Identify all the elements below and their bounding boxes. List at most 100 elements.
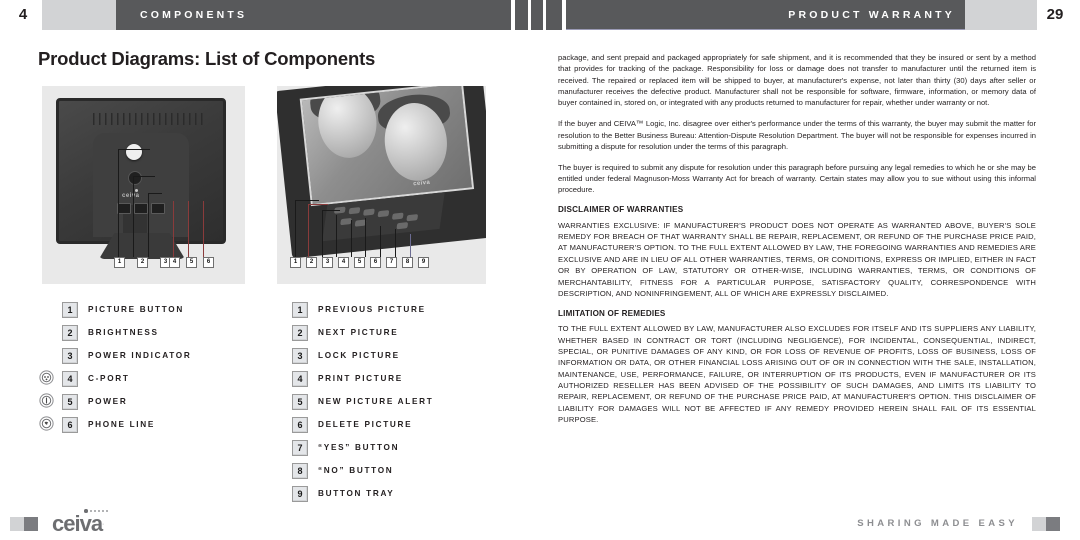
legend-label: PICTURE BUTTON: [88, 305, 184, 314]
frame-screen: [299, 86, 475, 207]
leader-elbow-2: [308, 204, 328, 205]
product-diagram-rear-photo: ceiva 1 2 3 4 5 6: [42, 86, 245, 284]
section-heading-disclaimer: DISCLAIMER OF WARRANTIES: [558, 205, 684, 215]
legend-number: 6: [292, 416, 308, 433]
legend-label: “YES” BUTTON: [318, 443, 400, 452]
legend-list-front: 1 PREVIOUS PICTURE 2 NEXT PICTURE 3 LOCK…: [292, 298, 433, 505]
legend-number: 2: [62, 324, 78, 341]
warranty-text-column: package, and sent prepaid and packaged a…: [558, 52, 1036, 435]
callout-group-front: 1 2 3 4 5 6 7 8 9: [290, 257, 429, 268]
legend-list-rear: 1 PICTURE BUTTON 2 BRIGHTNESS 3 POWER IN…: [39, 298, 191, 436]
callout-box: 6: [203, 257, 214, 268]
logo-wordmark: ceiva: [52, 511, 103, 536]
leader-line-5: [188, 201, 189, 257]
header-title-left: COMPONENTS: [140, 9, 248, 21]
callout-group-rear: 1 2 3: [114, 257, 171, 268]
tray-button: [406, 214, 419, 222]
leader-line-3: [322, 210, 323, 257]
leader-elbow-2: [133, 176, 155, 177]
leader-elbow-3: [322, 210, 340, 211]
legend-item: 4 PRINT PICTURE: [292, 367, 433, 390]
leader-line-8: [395, 229, 396, 257]
page-footer: ceiva. SHARING MADE EASY: [0, 505, 1080, 540]
header-accent-box-left: [42, 0, 116, 30]
header-bar-segment-2: [531, 0, 543, 30]
brightness-knob: [128, 171, 142, 185]
callout-box: 1: [114, 257, 125, 268]
vent-slots: [93, 113, 203, 125]
header-bar-segment-3: [546, 0, 562, 30]
legend-label: DELETE PICTURE: [318, 420, 413, 429]
power-indicator-led: [135, 189, 138, 192]
legend-item: 8 “NO” BUTTON: [292, 459, 433, 482]
legend-item: 3 POWER INDICATOR: [62, 344, 191, 367]
product-diagram-front-photo: ceiva 1 2 3 4 5 6 7 8 9: [277, 86, 486, 284]
page-header: 4 COMPONENTS PRODUCT WARRANTY 29: [0, 0, 1080, 30]
callout-box: 2: [137, 257, 148, 268]
legend-label: NEXT PICTURE: [318, 328, 399, 337]
legend-item: 1 PREVIOUS PICTURE: [292, 298, 433, 321]
legend-number: 5: [62, 393, 78, 410]
callout-box: 4: [338, 257, 349, 268]
legend-label: POWER: [88, 397, 128, 406]
frame-rear-body: ceiva: [56, 98, 226, 259]
page-title: Product Diagrams: List of Components: [38, 48, 376, 69]
header-page-number-right: 29: [1046, 6, 1064, 23]
ceiva-logo: ceiva.: [52, 509, 108, 536]
callout-box: 9: [418, 257, 429, 268]
leader-line-2: [133, 176, 134, 257]
logo-dots-icon: [84, 509, 108, 513]
warranty-paragraph-1: package, and sent prepaid and packaged a…: [558, 53, 1036, 108]
rear-port-row: [117, 203, 167, 214]
legend-number: 1: [292, 301, 308, 318]
tray-button: [377, 210, 390, 218]
legend-label: “NO” BUTTON: [318, 466, 394, 475]
legend-number: 1: [62, 301, 78, 318]
footer-square-light-right: [1032, 517, 1046, 531]
leader-elbow-3: [148, 193, 162, 194]
c-port-jack-icon: [39, 370, 54, 385]
footer-square-light-left: [10, 517, 24, 531]
leader-line-4: [336, 215, 337, 257]
rear-brand-mark: ceiva: [122, 193, 140, 199]
power-jack-icon: [39, 393, 54, 408]
footer-tagline: SHARING MADE EASY: [857, 518, 1018, 529]
leader-line-9: [410, 234, 411, 257]
legend-number: 6: [62, 416, 78, 433]
legend-number: 3: [62, 347, 78, 364]
warranty-paragraph-2: If the buyer and CEIVA™ Logic, Inc. disa…: [558, 119, 1036, 151]
header-accent-box-right: [965, 0, 1037, 30]
legend-number: 5: [292, 393, 308, 410]
leader-line-1: [295, 200, 296, 257]
header-page-number-left: 4: [18, 6, 28, 23]
legend-item: 2 NEXT PICTURE: [292, 321, 433, 344]
leader-line-3: [148, 193, 149, 257]
leader-line-4: [173, 201, 174, 257]
leader-line-7: [380, 226, 381, 257]
legend-item: 2 BRIGHTNESS: [62, 321, 191, 344]
legend-number: 9: [292, 485, 308, 502]
callout-box: 1: [290, 257, 301, 268]
footer-square-dark-left: [24, 517, 38, 531]
header-bar-segment-1: [515, 0, 528, 30]
callout-box: 5: [354, 257, 365, 268]
tray-button: [348, 207, 361, 215]
tray-button: [396, 222, 409, 230]
tray-button: [363, 208, 375, 216]
legend-number: 8: [292, 462, 308, 479]
callout-box: 5: [186, 257, 197, 268]
section-heading-limitation: LIMITATION OF REMEDIES: [558, 308, 666, 318]
legend-number: 4: [292, 370, 308, 387]
legend-number: 3: [292, 347, 308, 364]
legend-item: 6 PHONE LINE: [39, 413, 191, 436]
phone-jack-icon: [39, 416, 54, 431]
callout-box: 7: [386, 257, 397, 268]
callout-box: 4: [169, 257, 180, 268]
legend-item: 5 POWER: [39, 390, 191, 413]
legend-number: 7: [292, 439, 308, 456]
legend-item: 3 LOCK PICTURE: [292, 344, 433, 367]
warranty-paragraph-5: TO THE FULL EXTENT ALLOWED BY LAW, MANUF…: [558, 324, 1036, 424]
footer-square-dark-right: [1046, 517, 1060, 531]
leader-line-5: [351, 220, 352, 257]
legend-item: 9 BUTTON TRAY: [292, 482, 433, 505]
